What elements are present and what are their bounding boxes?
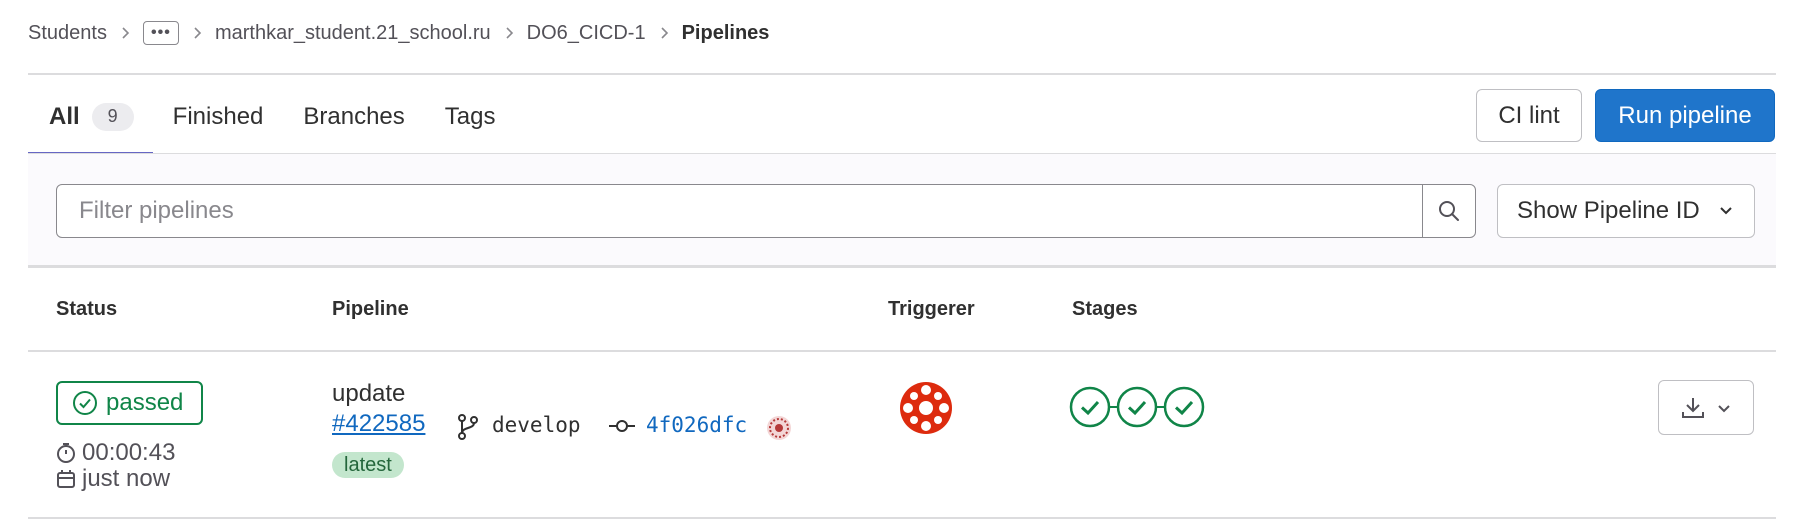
breadcrumb: Students ••• marthkar_student.21_school.… [28,18,769,48]
pipeline-commit-title[interactable]: update [332,380,405,408]
filter-placeholder: Filter pipelines [79,197,234,224]
branch-name[interactable]: develop [492,413,581,437]
tab-tags[interactable]: Tags [425,78,516,155]
breadcrumb-expand-button[interactable]: ••• [142,21,179,45]
duration: 00:00:43 [56,439,175,467]
latest-badge: latest [332,452,404,478]
triggerer-avatar[interactable] [898,380,954,436]
chevron-right-icon [191,25,203,41]
ci-lint-button[interactable]: CI lint [1476,89,1582,142]
count-badge: 9 [91,102,134,131]
status-success-icon [73,391,97,415]
download-icon [1682,397,1704,418]
chevron-right-icon [119,25,131,41]
branch-icon [458,414,478,440]
breadcrumb-students[interactable]: Students [28,22,107,45]
search-button[interactable] [1422,184,1476,238]
tab-branches[interactable]: Branches [283,78,424,155]
column-header-stages: Stages [1072,298,1138,320]
finished-time: just now [56,465,170,493]
status-badge[interactable]: passed [56,381,203,425]
tab-label: Branches [303,102,405,130]
column-header-status: Status [56,298,118,320]
breadcrumb-namespace[interactable]: marthkar_student.21_school.ru [215,22,491,45]
divider [28,73,1776,75]
tab-finished[interactable]: Finished [153,78,284,155]
pipeline-id-link[interactable]: #422585 [332,410,425,438]
commit-sha-link[interactable]: 4f026dfc [646,413,747,437]
tab-label: Finished [172,102,264,130]
tab-all[interactable]: All 9 [28,78,153,155]
calendar-icon [57,470,75,488]
stage-passed-icon[interactable] [1069,386,1111,428]
chevron-right-icon [658,25,670,41]
chevron-down-icon [1718,404,1730,412]
chevron-right-icon [503,25,515,41]
download-artifacts-button[interactable] [1658,380,1754,435]
run-pipeline-button[interactable]: Run pipeline [1595,89,1775,142]
finished-text: just now [82,465,171,492]
divider [28,517,1776,519]
tab-label: Tags [444,102,496,130]
breadcrumb-project[interactable]: DO6_CICD-1 [527,22,646,45]
clock-icon [57,443,75,463]
column-header-triggerer: Triggerer [888,298,975,320]
tab-label: All [49,102,80,130]
commit-author-avatar[interactable] [766,415,792,441]
duration-text: 00:00:43 [82,439,176,466]
pipeline-id-select-label: Show Pipeline ID [1517,197,1700,224]
chevron-down-icon [1720,207,1732,215]
search-icon [1439,201,1459,221]
status-label: passed [106,389,184,416]
pipeline-id-select[interactable]: Show Pipeline ID [1497,184,1755,238]
divider [28,350,1776,352]
stage-passed-icon[interactable] [1163,386,1205,428]
filter-pipelines-input[interactable]: Filter pipelines [56,184,1424,238]
commit-icon [609,420,635,432]
pipeline-stages [1069,386,1205,428]
breadcrumb-current[interactable]: Pipelines [682,22,770,45]
column-header-pipeline: Pipeline [332,298,409,320]
pipeline-tabs: All 9 Finished Branches Tags [28,78,515,155]
stage-passed-icon[interactable] [1116,386,1158,428]
